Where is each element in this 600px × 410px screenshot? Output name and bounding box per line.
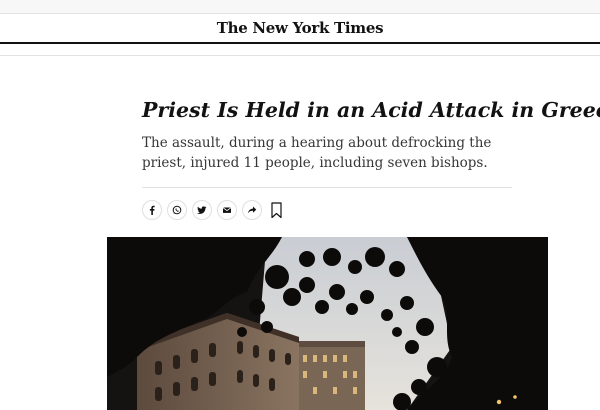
- whatsapp-share-button[interactable]: [167, 200, 187, 220]
- twitter-icon: [197, 206, 207, 214]
- email-share-button[interactable]: [217, 200, 237, 220]
- facebook-share-button[interactable]: [142, 200, 162, 220]
- more-share-button[interactable]: [242, 200, 262, 220]
- masthead-divider: [0, 55, 600, 56]
- masthead: The New York Times: [0, 14, 600, 44]
- lead-photo-image: [107, 237, 548, 410]
- email-icon: [222, 207, 232, 213]
- whatsapp-icon: [172, 205, 182, 215]
- share-toolbar: [142, 199, 283, 221]
- top-utility-bar: [0, 0, 600, 14]
- article-summary: The assault, during a hearing about defr…: [142, 135, 492, 171]
- share-arrow-icon: [247, 206, 257, 214]
- article-headline: Priest Is Held in an Acid Attack in Gree…: [142, 98, 600, 122]
- summary-divider: [142, 187, 512, 188]
- twitter-share-button[interactable]: [192, 200, 212, 220]
- nyt-logo[interactable]: The New York Times: [217, 19, 384, 37]
- save-article-button[interactable]: [269, 200, 283, 220]
- bookmark-icon: [270, 201, 282, 218]
- facebook-icon: [149, 205, 155, 215]
- article-lead-photo: [107, 237, 548, 410]
